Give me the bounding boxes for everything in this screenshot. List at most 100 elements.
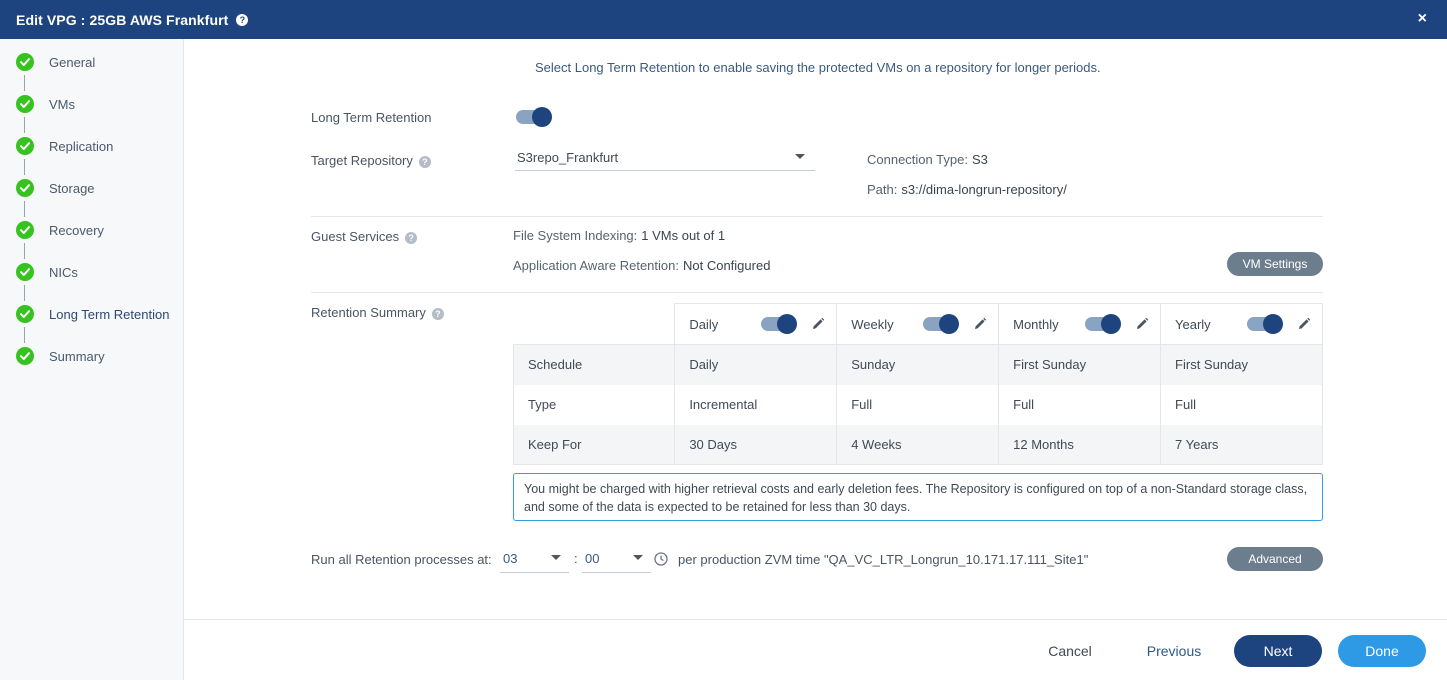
application-aware-retention: Application Aware Retention: Not Configur… (513, 258, 770, 273)
toggle-knob (532, 107, 552, 127)
chevron-down-icon (551, 555, 561, 560)
check-icon (16, 53, 34, 71)
column-daily: Daily (674, 303, 838, 345)
step-connector (24, 117, 25, 133)
ltr-label: Long Term Retention (311, 110, 432, 125)
check-icon (16, 179, 34, 197)
retention-summary-label: Retention Summary? (311, 305, 444, 320)
sidebar-item-summary[interactable]: Summary (16, 346, 105, 366)
sidebar-item-general[interactable]: General (16, 52, 95, 72)
table-header-cell (513, 303, 675, 345)
check-icon (16, 347, 34, 365)
edit-pencil-icon[interactable] (811, 317, 825, 331)
edit-pencil-icon[interactable] (1135, 317, 1149, 331)
edit-pencil-icon[interactable] (1297, 317, 1311, 331)
check-icon (16, 221, 34, 239)
table-cell: First Sunday (998, 344, 1162, 385)
help-icon[interactable]: ? (431, 307, 444, 320)
daily-toggle[interactable] (761, 314, 798, 334)
table-cell: 30 Days (674, 424, 838, 465)
yearly-toggle[interactable] (1247, 314, 1284, 334)
help-icon[interactable]: ? (418, 155, 431, 168)
row-label: Keep For (512, 424, 676, 465)
path-value: s3://dima-longrun-repository/ (901, 182, 1067, 197)
connection-type-value: S3 (971, 152, 988, 167)
table-cell: Daily (674, 344, 838, 385)
minute-select[interactable]: 00 (582, 551, 651, 573)
vm-settings-button[interactable]: VM Settings (1227, 252, 1323, 276)
chevron-down-icon (795, 154, 805, 159)
cost-warning-notice: You might be charged with higher retriev… (513, 473, 1323, 521)
step-connector (24, 243, 25, 259)
sidebar-item-storage[interactable]: Storage (16, 178, 95, 198)
divider (311, 292, 1323, 293)
sidebar-item-label: Summary (49, 348, 105, 364)
aar-label: Application Aware Retention: (513, 258, 679, 273)
check-icon (16, 95, 34, 113)
advanced-button[interactable]: Advanced (1227, 547, 1323, 571)
previous-button[interactable]: Previous (1134, 635, 1214, 667)
repository-path: Path: s3://dima-longrun-repository/ (867, 182, 1067, 197)
file-system-indexing: File System Indexing: 1 VMs out of 1 (513, 228, 725, 243)
retention-table: Daily Weekly Monthly Yearly Schedule Dai… (512, 303, 1323, 465)
hour-value: 03 (503, 551, 518, 566)
done-button[interactable]: Done (1338, 635, 1426, 667)
guest-services-label: Guest Services? (311, 229, 418, 244)
column-name: Yearly (1175, 316, 1211, 332)
monthly-toggle[interactable] (1085, 314, 1122, 334)
table-cell: Full (836, 384, 1000, 425)
sidebar-item-replication[interactable]: Replication (16, 136, 113, 156)
table-cell: 4 Weeks (836, 424, 1000, 465)
table-row: Type Incremental Full Full Full (512, 384, 1323, 425)
table-cell: First Sunday (1160, 344, 1323, 385)
check-icon (16, 305, 34, 323)
dialog-header: Edit VPG : 25GB AWS Frankfurt ? × (0, 0, 1447, 39)
table-cell: 7 Years (1160, 424, 1323, 465)
sidebar-item-label: Storage (49, 180, 95, 196)
column-yearly: Yearly (1160, 303, 1323, 345)
column-weekly: Weekly (836, 303, 1000, 345)
check-icon (16, 137, 34, 155)
sidebar-item-nics[interactable]: NICs (16, 262, 78, 282)
minute-value: 00 (585, 551, 600, 566)
weekly-toggle[interactable] (923, 314, 960, 334)
table-cell: Sunday (836, 344, 1000, 385)
sidebar-item-label: Recovery (49, 222, 104, 238)
target-repository-value: S3repo_Frankfurt (517, 150, 619, 165)
close-icon[interactable]: × (1418, 10, 1427, 28)
check-icon (16, 263, 34, 281)
target-repository-select[interactable]: S3repo_Frankfurt (515, 150, 815, 171)
table-cell: 12 Months (998, 424, 1162, 465)
step-connector (24, 201, 25, 217)
column-name: Monthly (1013, 316, 1059, 332)
edit-pencil-icon[interactable] (973, 317, 987, 331)
zvm-time-note: per production ZVM time "QA_VC_LTR_Longr… (678, 552, 1089, 567)
table-row: Keep For 30 Days 4 Weeks 12 Months 7 Yea… (512, 424, 1323, 465)
step-connector (24, 327, 25, 343)
sidebar-item-label: General (49, 54, 96, 70)
table-cell: Full (1160, 384, 1323, 425)
ltr-toggle[interactable] (516, 107, 552, 127)
cancel-button[interactable]: Cancel (1030, 635, 1110, 667)
hour-select[interactable]: 03 (500, 551, 569, 573)
next-button[interactable]: Next (1234, 635, 1322, 667)
sidebar-item-label: NICs (49, 264, 78, 280)
run-time-label: Run all Retention processes at: (311, 552, 492, 567)
column-name: Weekly (851, 316, 894, 332)
sidebar-item-vms[interactable]: VMs (16, 94, 75, 114)
fs-indexing-value: 1 VMs out of 1 (641, 228, 726, 243)
retention-summary-label-text: Retention Summary (311, 305, 426, 320)
sidebar-item-long-term-retention[interactable]: Long Term Retention (16, 304, 169, 324)
table-header-row: Daily Weekly Monthly Yearly (513, 303, 1323, 345)
help-icon[interactable]: ? (405, 231, 418, 244)
row-label: Schedule (512, 344, 676, 385)
row-label: Type (512, 384, 676, 425)
step-connector (24, 159, 25, 175)
table-row: Schedule Daily Sunday First Sunday First… (512, 344, 1323, 385)
step-connector (24, 75, 25, 91)
aar-value: Not Configured (682, 258, 771, 273)
guest-services-label-text: Guest Services (311, 229, 400, 244)
help-icon[interactable]: ? (236, 13, 249, 26)
sidebar-item-recovery[interactable]: Recovery (16, 220, 104, 240)
clock-icon (654, 552, 668, 566)
